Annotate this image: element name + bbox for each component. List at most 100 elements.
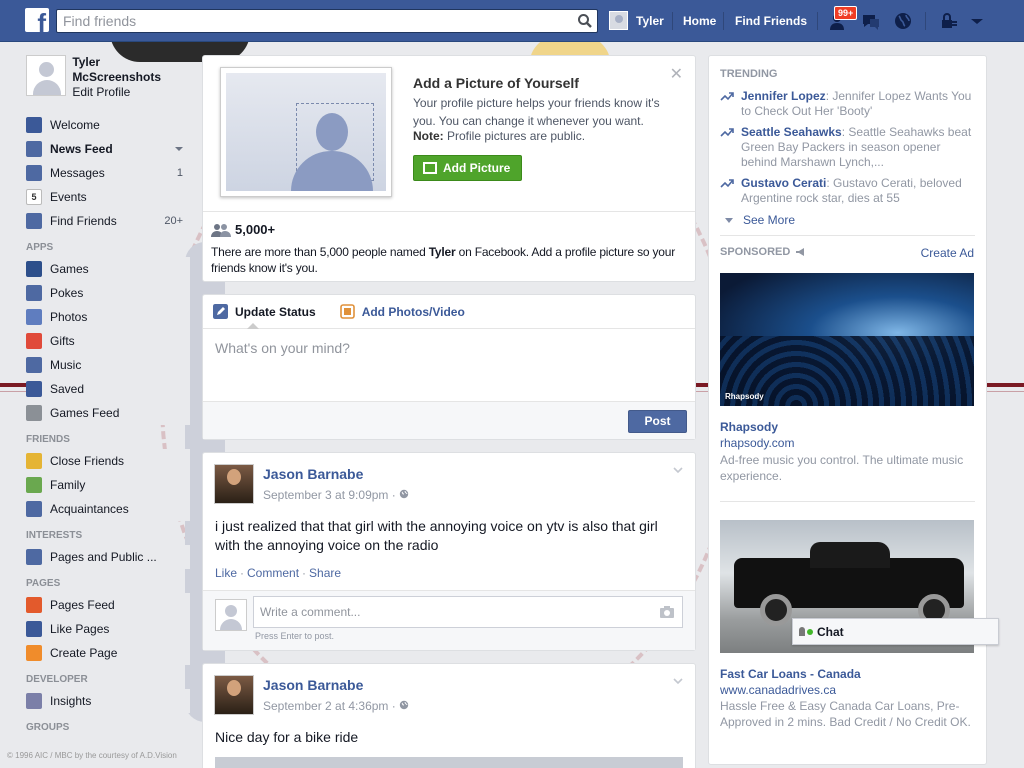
- sidebar-item-like-pages[interactable]: Like Pages: [26, 617, 190, 641]
- trending-item[interactable]: Gustavo Cerati: Gustavo Cerati, beloved …: [720, 176, 975, 206]
- developer-section: Insights: [26, 689, 190, 713]
- sidebar-item-pages-feed[interactable]: Pages Feed: [26, 593, 190, 617]
- create-ad-link[interactable]: Create Ad: [921, 246, 974, 260]
- settings-caret-icon[interactable]: [966, 10, 988, 32]
- sidebar-item-games-feed[interactable]: Games Feed: [26, 401, 190, 425]
- sidebar-item-welcome[interactable]: Welcome: [26, 113, 190, 137]
- trending-item[interactable]: Jennifer Lopez: Jennifer Lopez Wants You…: [720, 89, 975, 119]
- create-page-icon: [26, 645, 42, 661]
- profile-name[interactable]: Tyler McScreenshots: [72, 55, 190, 85]
- sidebar-item-news-feed[interactable]: News Feed: [26, 137, 190, 161]
- background-credit: © 1996 AIC / MBC by the courtesy of A.D.…: [7, 751, 177, 760]
- camera-icon[interactable]: [660, 606, 674, 618]
- sidebar-item-family[interactable]: Family: [26, 473, 190, 497]
- sidebar-item-pokes[interactable]: Pokes: [26, 281, 190, 305]
- sidebar-item-label: Like Pages: [50, 622, 110, 636]
- comment-link[interactable]: Comment: [247, 566, 299, 580]
- tab-update-status[interactable]: Update Status: [213, 304, 316, 319]
- sidebar-item-photos[interactable]: Photos: [26, 305, 190, 329]
- search-input[interactable]: [57, 10, 567, 32]
- trending-topic[interactable]: Jennifer Lopez: [741, 89, 826, 103]
- messages-icon[interactable]: [860, 10, 882, 32]
- avatar[interactable]: [214, 464, 254, 504]
- public-globe-icon: [399, 489, 409, 499]
- photo-video-icon: [339, 304, 355, 319]
- tab-add-photos-video[interactable]: Add Photos/Video: [339, 304, 465, 319]
- sidebar-item-label: Insights: [50, 694, 92, 708]
- sidebar-item-gifts[interactable]: Gifts: [26, 329, 190, 353]
- chevron-down-icon[interactable]: [175, 147, 183, 151]
- trending-topic[interactable]: Gustavo Cerati: [741, 176, 826, 190]
- like-link[interactable]: Like: [215, 566, 237, 580]
- close-icon[interactable]: ✕: [670, 64, 683, 84]
- pages-heading[interactable]: PAGES: [26, 569, 190, 593]
- story-photo[interactable]: [215, 757, 683, 768]
- add-picture-card: ✕ Add a Picture of Yourself Your profile…: [202, 55, 696, 282]
- add-picture-button[interactable]: Add Picture: [413, 155, 522, 181]
- status-input[interactable]: What's on your mind?: [215, 340, 350, 356]
- ad-title[interactable]: Fast Car Loans - Canada: [720, 667, 861, 681]
- facebook-icon: [26, 117, 42, 133]
- nav-user-avatar-wrap[interactable]: [609, 11, 628, 30]
- see-more-link[interactable]: See More: [725, 213, 795, 227]
- ad-description: Hassle Free & Easy Canada Car Loans, Pre…: [720, 699, 971, 729]
- ad-title[interactable]: Rhapsody: [720, 420, 778, 434]
- nav-home-link[interactable]: Home: [683, 14, 716, 28]
- ad-url[interactable]: rhapsody.com: [720, 436, 794, 450]
- avatar[interactable]: [609, 11, 628, 30]
- share-link[interactable]: Share: [309, 566, 341, 580]
- ad-image[interactable]: Rhapsody: [720, 273, 974, 406]
- add-picture-description: Your profile picture helps your friends …: [413, 96, 660, 128]
- story-timestamp[interactable]: September 3 at 9:09pm ·: [263, 488, 409, 502]
- story-text: Nice day for a bike ride: [215, 729, 359, 745]
- nav-divider: [723, 12, 724, 30]
- profile-picture[interactable]: [26, 55, 67, 96]
- privacy-lock-icon[interactable]: [938, 10, 960, 32]
- sidebar-item-music[interactable]: Music: [26, 353, 190, 377]
- nav-user-link[interactable]: Tyler: [636, 14, 664, 28]
- nav-find-friends-link[interactable]: Find Friends: [735, 14, 807, 28]
- ad-url[interactable]: www.canadadrives.ca: [720, 683, 836, 697]
- interests-section: Pages and Public ...: [26, 545, 190, 569]
- feed-story: Jason Barnabe September 3 at 9:09pm · i …: [202, 452, 696, 651]
- story-author[interactable]: Jason Barnabe: [263, 466, 363, 482]
- sidebar-item-pages-and-public[interactable]: Pages and Public ...: [26, 545, 190, 569]
- note-text: Profile pictures are public.: [443, 129, 586, 143]
- notifications-globe-icon[interactable]: [892, 10, 914, 32]
- comment-input[interactable]: [254, 597, 649, 627]
- chat-tab[interactable]: Chat: [792, 618, 999, 645]
- sidebar-item-messages[interactable]: Messages 1: [26, 161, 190, 185]
- groups-heading[interactable]: GROUPS: [26, 713, 190, 737]
- sidebar-item-games[interactable]: Games: [26, 257, 190, 281]
- chevron-down-icon[interactable]: [673, 465, 683, 475]
- trending-item[interactable]: Seattle Seahawks: Seattle Seahawks beat …: [720, 125, 975, 170]
- post-button[interactable]: Post: [628, 410, 687, 433]
- gifts-icon: [26, 333, 42, 349]
- name-count-description: There are more than 5,000 people named T…: [211, 245, 676, 275]
- sidebar-item-acquaintances[interactable]: Acquaintances: [26, 497, 190, 521]
- sidebar-item-saved[interactable]: Saved: [26, 377, 190, 401]
- sidebar-item-insights[interactable]: Insights: [26, 689, 190, 713]
- story-timestamp[interactable]: September 2 at 4:36pm ·: [263, 699, 409, 713]
- sidebar-item-label: News Feed: [50, 142, 113, 156]
- sidebar-item-close-friends[interactable]: Close Friends: [26, 449, 190, 473]
- chevron-down-icon[interactable]: [673, 676, 683, 686]
- sidebar-item-create-page[interactable]: Create Page: [26, 641, 190, 665]
- apps-heading[interactable]: APPS: [26, 233, 190, 257]
- sidebar-item-events[interactable]: 5 Events: [26, 185, 190, 209]
- interests-heading[interactable]: INTERESTS: [26, 521, 190, 545]
- search-icon[interactable]: [577, 13, 593, 29]
- story-author[interactable]: Jason Barnabe: [263, 677, 363, 693]
- trending-topic[interactable]: Seattle Seahawks: [741, 125, 842, 139]
- avatar[interactable]: [214, 675, 254, 715]
- facebook-logo[interactable]: f: [25, 8, 49, 32]
- developer-heading[interactable]: DEVELOPER: [26, 665, 190, 689]
- trending-arrow-icon: [720, 179, 734, 188]
- sidebar-item-label: Music: [50, 358, 82, 372]
- avatar: [215, 599, 247, 631]
- sidebar-item-find-friends[interactable]: Find Friends 20+: [26, 209, 190, 233]
- friends-heading[interactable]: FRIENDS: [26, 425, 190, 449]
- sidebar-item-label: Gifts: [50, 334, 75, 348]
- edit-profile-link[interactable]: Edit Profile: [72, 85, 190, 100]
- family-icon: [26, 477, 42, 493]
